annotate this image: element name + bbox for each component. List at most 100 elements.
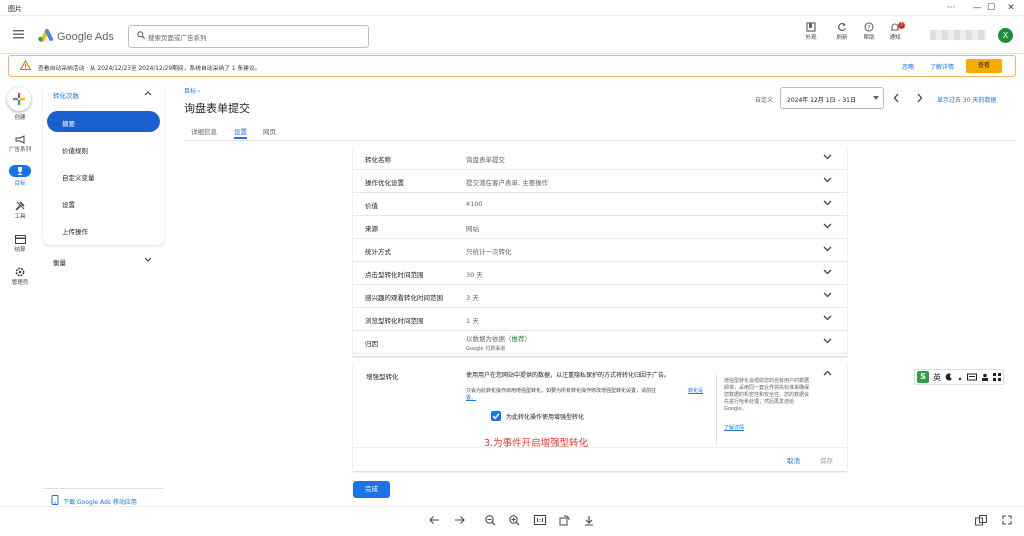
enhanced-description: 使用用户在您网站中提供的数据，以注重隐私保护的方式将转化归因于广告。 — [466, 372, 671, 379]
punctuation-icon — [958, 377, 962, 381]
subnav-item-settings[interactable]: 设置 — [62, 199, 75, 209]
next-image-icon[interactable] — [454, 515, 465, 525]
next-period-button[interactable] — [916, 93, 923, 103]
enhanced-conversions-checkbox[interactable] — [491, 411, 501, 421]
download-app-link[interactable]: 下载 Google Ads 移动应用 — [63, 497, 137, 506]
learn-more-link[interactable]: 了解详情 — [930, 62, 954, 71]
chevron-down-icon[interactable] — [823, 292, 832, 298]
view-button[interactable]: 查看 — [966, 59, 1002, 73]
user-icon — [982, 373, 988, 381]
create-button[interactable] — [7, 87, 31, 111]
settings-row[interactable]: 操作优化设置 提交潜在客户表单, 主要操作 — [353, 170, 847, 193]
settings-row[interactable]: 统计方式 只统计一次转化 — [353, 239, 847, 262]
chevron-down-icon[interactable] — [823, 315, 832, 321]
subnav-item-custom-variables[interactable]: 自定义变量 — [62, 172, 95, 182]
rail-create[interactable]: 创建 — [0, 112, 40, 121]
fullscreen-icon[interactable] — [1002, 515, 1012, 525]
previous-period-button[interactable] — [893, 93, 900, 103]
breadcrumb[interactable]: 目标 › — [184, 86, 200, 95]
account-info[interactable] — [930, 30, 986, 40]
collapse-button[interactable] — [823, 370, 832, 376]
subnav-item-value-rules[interactable]: 价值规则 — [62, 145, 88, 155]
chevron-down-icon[interactable] — [823, 338, 832, 344]
settings-row[interactable]: 价值 ¥100 — [353, 193, 847, 216]
chevron-left-icon — [893, 93, 899, 103]
tab-settings[interactable]: 设置 — [234, 126, 247, 136]
rail-admin[interactable]: 管理员 — [0, 267, 40, 286]
cancel-button[interactable]: 取消 — [787, 455, 800, 465]
subnav-item-summary[interactable]: 摘要 — [62, 118, 75, 128]
ocr-icon[interactable] — [975, 515, 987, 526]
settings-row[interactable]: 点击型转化时间范围 30 天 — [353, 262, 847, 285]
enhanced-side-note: 增强型转化会借助您的自有用户的数据即将，采用同一套业界领先标准来确保您数据的机密… — [724, 378, 810, 412]
rail-goals[interactable]: 目标 — [0, 166, 40, 187]
settings-row[interactable]: 归因 Google 付费渠道 以数据为依据（推荐） — [353, 331, 847, 354]
rail-billing[interactable]: 结算 — [0, 235, 40, 253]
avatar[interactable]: X — [998, 28, 1013, 43]
chevron-down-icon[interactable] — [823, 223, 832, 229]
more-icon[interactable]: ··· — [938, 1, 964, 15]
setting-subvalue: Google 付费渠道 — [466, 346, 506, 352]
rotate-icon[interactable] — [559, 515, 570, 526]
zoom-in-icon[interactable] — [509, 515, 520, 526]
settings-row[interactable]: 浏览型转化时间范围 1 天 — [353, 308, 847, 331]
chevron-up-icon[interactable] — [144, 90, 152, 96]
subnav-section-measure[interactable]: 衡量 — [53, 257, 66, 267]
checkbox-label[interactable]: 为此转化操作使用增强型转化 — [506, 412, 584, 421]
help-button[interactable]: ? 帮助 — [855, 22, 883, 50]
enhanced-conversions-label: 增强型转化 — [366, 373, 399, 381]
date-range-label: 自定义 — [755, 97, 774, 104]
notification-badge: ! — [898, 22, 905, 29]
plus-icon — [13, 93, 25, 105]
conversion-settings-link[interactable]: 转化设 — [688, 387, 703, 394]
done-button[interactable]: 完成 — [353, 481, 390, 498]
date-range-value: 2024年 12月 1日 – 31日 — [787, 97, 856, 104]
actual-size-icon[interactable] — [534, 515, 546, 525]
chevron-up-icon — [823, 370, 832, 376]
window-titlebar — [0, 0, 1024, 16]
ime-toolbar[interactable]: S 英 — [914, 369, 1004, 385]
tab-details[interactable]: 详细信息 — [191, 126, 217, 136]
ime-language[interactable]: 英 — [933, 372, 941, 383]
download-icon[interactable] — [584, 515, 594, 526]
setting-label: 价值 — [365, 202, 378, 210]
settings-row[interactable]: 来源 网站 — [353, 216, 847, 239]
svg-text:?: ? — [867, 24, 870, 31]
dismiss-button[interactable]: 忽略 — [902, 62, 914, 71]
subnav-section-conversions[interactable]: 转化次数 — [53, 90, 79, 100]
chevron-down-icon[interactable] — [144, 257, 152, 263]
settings-row[interactable]: 感兴趣的观看转化时间范围 3 天 — [353, 285, 847, 308]
setting-value: 1 天 — [466, 317, 479, 325]
keyboard-icon — [967, 373, 977, 381]
chevron-down-icon[interactable] — [823, 269, 832, 275]
rail-tools[interactable]: 工具 — [0, 201, 40, 220]
chevron-down-icon[interactable] — [823, 154, 832, 160]
appearance-button[interactable]: 外观 — [797, 22, 825, 50]
conversions-subnav — [43, 84, 164, 245]
save-button[interactable]: 保存 — [820, 455, 833, 465]
zoom-out-icon[interactable] — [485, 515, 496, 526]
rail-campaigns[interactable]: 广告系列 — [0, 135, 40, 153]
close-icon[interactable]: ✕ — [998, 1, 1024, 15]
learn-more-link[interactable]: 了解详情 — [724, 424, 744, 431]
megaphone-icon — [15, 135, 24, 144]
settings-row[interactable]: 转化名称 询盘表单提交 — [353, 147, 847, 170]
chevron-down-icon[interactable] — [823, 200, 832, 206]
enhanced-description-note: 只会为此转化操作启用增强型转化。如要为所有转化操作修改增强型转化设置，请前往 — [466, 388, 657, 394]
tab-webpages[interactable]: 网页 — [263, 126, 276, 136]
setting-label: 统计方式 — [365, 248, 391, 256]
setting-label: 浏览型转化时间范围 — [365, 317, 424, 325]
phone-icon — [51, 495, 59, 505]
chevron-down-icon[interactable] — [823, 177, 832, 183]
chevron-down-icon[interactable] — [823, 246, 832, 252]
search-icon — [137, 31, 145, 39]
product-name: Google Ads — [57, 31, 114, 43]
conversion-settings-link-end[interactable]: 置。 — [466, 394, 476, 401]
setting-value: 30 天 — [466, 271, 483, 279]
subnav-item-uploads[interactable]: 上传操作 — [62, 226, 88, 236]
show-last-30-days-link[interactable]: 显示过去 30 天的数据 — [937, 95, 996, 104]
menu-icon[interactable] — [13, 29, 25, 39]
prev-image-icon[interactable] — [429, 515, 440, 525]
window-title: 图片 — [8, 5, 22, 13]
refresh-button[interactable]: 刷新 — [828, 22, 856, 50]
